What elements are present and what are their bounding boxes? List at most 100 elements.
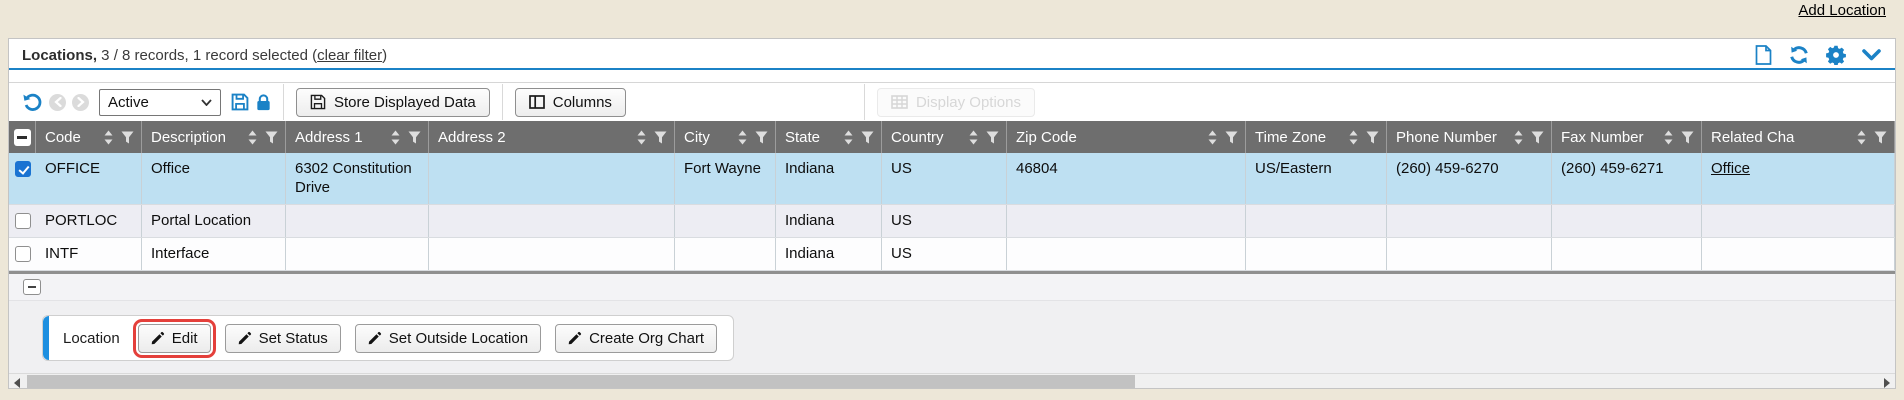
cell-state: Indiana <box>776 205 882 237</box>
action-button-set-outside-location[interactable]: Set Outside Location <box>355 324 541 353</box>
status-filter-select[interactable]: Active <box>99 89 221 116</box>
panel-title: Locations, 3 / 8 records, 1 record selec… <box>22 47 387 64</box>
filter-icon[interactable] <box>861 131 874 144</box>
column-label: Description <box>151 129 226 146</box>
column-header-fax-number[interactable]: Fax Number <box>1552 121 1702 153</box>
sort-icon[interactable] <box>737 130 748 145</box>
row-checkbox-cell <box>9 238 36 270</box>
columns-button[interactable]: Columns <box>515 88 626 117</box>
column-header-country[interactable]: Country <box>882 121 1007 153</box>
select-all-cell <box>9 121 36 153</box>
filter-icon[interactable] <box>1874 131 1887 144</box>
undo-icon[interactable] <box>22 92 43 112</box>
column-header-time-zone[interactable]: Time Zone <box>1246 121 1387 153</box>
column-header-state[interactable]: State <box>776 121 882 153</box>
cell-description: Portal Location <box>142 205 286 237</box>
grid-row-office[interactable]: OFFICEOffice6302 Constitution DriveFort … <box>9 153 1895 205</box>
grid-row-intf[interactable]: INTFInterfaceIndianaUS <box>9 238 1895 271</box>
column-header-zip-code[interactable]: Zip Code <box>1007 121 1246 153</box>
filter-icon[interactable] <box>408 131 421 144</box>
detail-collapse-row <box>9 274 1895 301</box>
filter-icon[interactable] <box>1225 131 1238 144</box>
grid-row-portloc[interactable]: PORTLOCPortal LocationIndianaUS <box>9 205 1895 238</box>
add-location-link[interactable]: Add Location <box>1798 2 1886 19</box>
sort-icon[interactable] <box>390 130 401 145</box>
grid-toolbar: Active Store Displayed Data Columns Disp… <box>9 83 1895 121</box>
display-options-icon <box>891 95 908 109</box>
pencil-icon <box>368 331 382 345</box>
new-record-icon[interactable] <box>1755 45 1772 65</box>
row-checkbox[interactable] <box>15 161 31 177</box>
pencil-icon <box>238 331 252 345</box>
sort-icon[interactable] <box>968 130 979 145</box>
sort-icon[interactable] <box>1663 130 1674 145</box>
next-page-icon[interactable] <box>72 94 89 111</box>
cell-phone-number: (260) 459-6270 <box>1387 153 1552 204</box>
scroll-right-arrow[interactable] <box>1884 378 1890 388</box>
store-displayed-data-button[interactable]: Store Displayed Data <box>296 88 490 117</box>
sort-icon[interactable] <box>1856 130 1867 145</box>
cell-city <box>675 205 776 237</box>
status-filter-value: Active <box>108 94 149 111</box>
action-button-create-org-chart[interactable]: Create Org Chart <box>555 324 717 353</box>
toolbar-separator <box>502 84 503 120</box>
cell-fax-number <box>1552 238 1702 270</box>
sort-icon[interactable] <box>636 130 647 145</box>
column-header-city[interactable]: City <box>675 121 776 153</box>
related-chart-link[interactable]: Office <box>1711 160 1750 177</box>
collapse-toggle-button[interactable] <box>23 279 41 295</box>
sort-icon[interactable] <box>247 130 258 145</box>
sort-icon[interactable] <box>1207 130 1218 145</box>
action-button-set-status[interactable]: Set Status <box>225 324 341 353</box>
panel-titlebar: Locations, 3 / 8 records, 1 record selec… <box>9 39 1895 64</box>
horizontal-scrollbar[interactable] <box>9 373 1895 389</box>
filter-icon[interactable] <box>1366 131 1379 144</box>
column-header-address-2[interactable]: Address 2 <box>429 121 675 153</box>
filter-icon[interactable] <box>654 131 667 144</box>
scroll-thumb[interactable] <box>27 375 1135 389</box>
column-header-address-1[interactable]: Address 1 <box>286 121 429 153</box>
chevron-down-icon[interactable] <box>1862 49 1881 61</box>
record-count-suffix: ) <box>382 47 387 64</box>
columns-icon <box>529 95 545 109</box>
filter-icon[interactable] <box>1681 131 1694 144</box>
row-checkbox[interactable] <box>15 213 31 229</box>
save-view-icon[interactable] <box>231 93 249 111</box>
filter-icon[interactable] <box>986 131 999 144</box>
column-label: Zip Code <box>1016 129 1077 146</box>
toolbar-separator <box>283 84 284 120</box>
gear-icon[interactable] <box>1826 45 1846 65</box>
row-checkbox[interactable] <box>15 246 31 262</box>
sort-icon[interactable] <box>1513 130 1524 145</box>
cell-related-cha <box>1702 238 1895 270</box>
filter-icon[interactable] <box>755 131 768 144</box>
action-button-edit[interactable]: Edit <box>138 324 211 353</box>
column-header-phone-number[interactable]: Phone Number <box>1387 121 1552 153</box>
scroll-left-arrow[interactable] <box>14 378 20 388</box>
cell-country: US <box>882 153 1007 204</box>
sort-icon[interactable] <box>843 130 854 145</box>
cell-zip-code <box>1007 238 1246 270</box>
locations-grid: Code Description Address 1Address 2 City Sta… <box>9 121 1895 274</box>
column-header-related-cha[interactable]: Related Cha <box>1702 121 1895 153</box>
filter-icon[interactable] <box>265 131 278 144</box>
prev-page-icon[interactable] <box>49 94 66 111</box>
select-all-checkbox[interactable] <box>14 129 31 146</box>
column-label: Time Zone <box>1255 129 1326 146</box>
refresh-icon[interactable] <box>1788 45 1810 65</box>
filter-icon[interactable] <box>1531 131 1544 144</box>
filter-icon[interactable] <box>121 131 134 144</box>
cell-state: Indiana <box>776 153 882 204</box>
column-label: Country <box>891 129 944 146</box>
grid-header-row: Code Description Address 1Address 2 City Sta… <box>9 121 1895 153</box>
column-header-description[interactable]: Description <box>142 121 286 153</box>
column-header-code[interactable]: Code <box>36 121 142 153</box>
cell-state: Indiana <box>776 238 882 270</box>
sort-icon[interactable] <box>1348 130 1359 145</box>
sort-icon[interactable] <box>103 130 114 145</box>
cell-address-2 <box>429 153 675 204</box>
clear-filter-link[interactable]: clear filter <box>317 47 382 64</box>
cell-zip-code: 46804 <box>1007 153 1246 204</box>
column-label: City <box>684 129 710 146</box>
lock-icon[interactable] <box>256 94 271 111</box>
